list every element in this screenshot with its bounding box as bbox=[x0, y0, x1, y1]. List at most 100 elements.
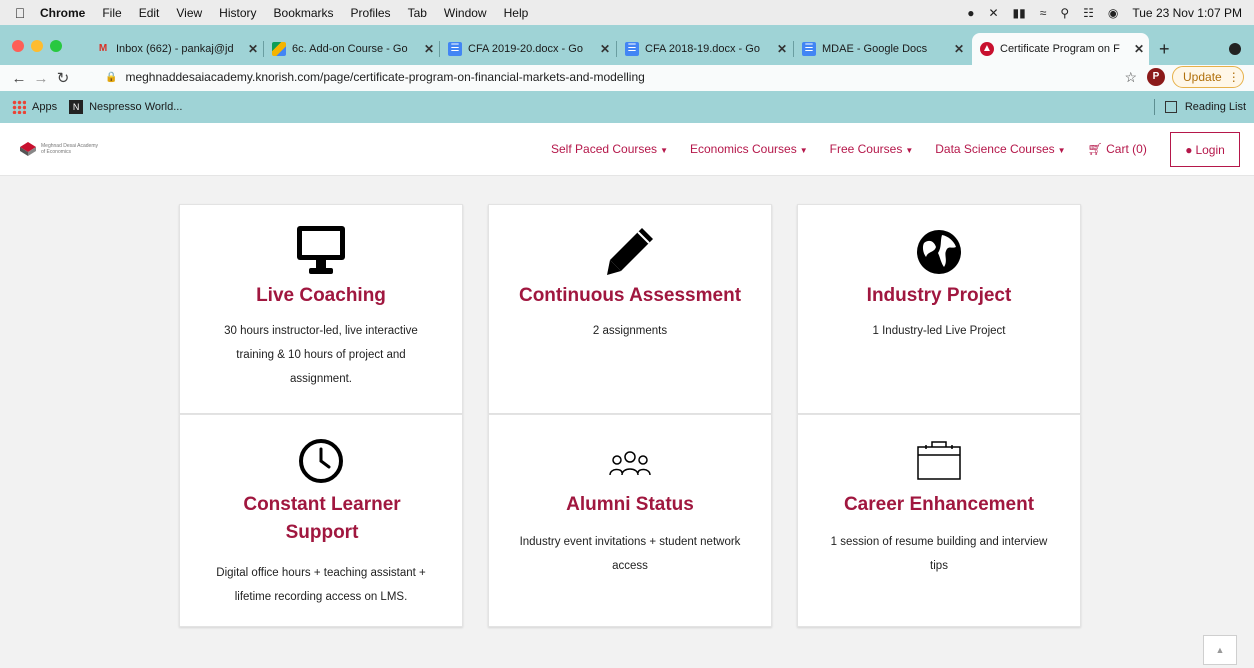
knorish-icon: ▲ bbox=[980, 42, 994, 56]
shield-icon[interactable]: ● bbox=[967, 6, 974, 20]
nav-label: Self Paced Courses bbox=[551, 142, 658, 156]
tab-gmail[interactable]: M Inbox (662) - pankaj@jd ✕ bbox=[88, 33, 264, 65]
feature-title: Constant Learner Support bbox=[243, 494, 401, 543]
close-icon[interactable]: ✕ bbox=[1134, 42, 1144, 56]
tab-certificate-program[interactable]: ▲ Certificate Program on F ✕ bbox=[972, 33, 1149, 65]
menu-edit[interactable]: Edit bbox=[139, 6, 160, 20]
menu-history[interactable]: History bbox=[219, 6, 256, 20]
nav-free-courses[interactable]: Free Courses ▼ bbox=[830, 142, 914, 156]
feature-card-constant-learner-support: Constant Learner Support Digital office … bbox=[179, 414, 463, 627]
site-header: Meghnad Desai Academy of Economics Self … bbox=[0, 123, 1254, 176]
tab-search-icon[interactable] bbox=[1229, 43, 1241, 55]
close-icon[interactable]: ✕ bbox=[600, 42, 610, 56]
reload-icon[interactable]: ↻ bbox=[52, 69, 74, 87]
bookmark-apps[interactable]: Apps bbox=[12, 100, 57, 114]
tab-mdae-docs[interactable]: ☰ MDAE - Google Docs ✕ bbox=[794, 33, 970, 65]
feature-title: Continuous Assessment bbox=[518, 285, 742, 306]
caret-down-icon: ▼ bbox=[660, 146, 668, 155]
feature-title: Live Coaching bbox=[256, 285, 386, 306]
minimize-window-button[interactable] bbox=[31, 40, 43, 52]
cart-icon: 🛒︎ bbox=[1087, 142, 1103, 156]
close-icon[interactable]: ✕ bbox=[954, 42, 964, 56]
drive-icon bbox=[272, 42, 286, 56]
new-tab-button[interactable]: + bbox=[1159, 39, 1170, 60]
menu-view[interactable]: View bbox=[176, 6, 202, 20]
close-icon[interactable]: ✕ bbox=[424, 42, 434, 56]
bookmark-star-icon[interactable]: ☆ bbox=[1124, 69, 1137, 86]
nav-label: Free Courses bbox=[829, 142, 903, 156]
menu-help[interactable]: Help bbox=[504, 6, 529, 20]
nav-cart[interactable]: 🛒︎ Cart (0) bbox=[1088, 142, 1147, 156]
control-center-icon[interactable]: ☷ bbox=[1083, 6, 1094, 20]
reading-list-label: Reading List bbox=[1184, 101, 1246, 113]
tab-label: CFA 2018-19.docx - Go bbox=[645, 43, 760, 55]
monitor-icon bbox=[180, 225, 462, 277]
siri-icon[interactable]: ◉ bbox=[1108, 6, 1118, 20]
feature-card-career-enhancement: Career Enhancement 1 session of resume b… bbox=[797, 414, 1081, 627]
apple-icon[interactable]:  bbox=[0, 5, 40, 21]
close-window-button[interactable] bbox=[12, 40, 24, 52]
menu-window[interactable]: Window bbox=[444, 6, 487, 20]
macos-menubar:  Chrome File Edit View History Bookmark… bbox=[0, 0, 1254, 25]
bookmark-label: Nespresso World... bbox=[89, 101, 183, 113]
feature-description: 1 Industry-led Live Project bbox=[872, 325, 1006, 337]
menu-tab[interactable]: Tab bbox=[408, 6, 427, 20]
tab-cfa-2018-19[interactable]: ☰ CFA 2018-19.docx - Go ✕ bbox=[617, 33, 794, 65]
tab-label: 6c. Add-on Course - Go bbox=[292, 43, 408, 55]
nav-self-paced-courses[interactable]: Self Paced Courses ▼ bbox=[551, 142, 668, 156]
tab-cfa-2019-20[interactable]: ☰ CFA 2019-20.docx - Go ✕ bbox=[440, 33, 617, 65]
user-icon: ● bbox=[1185, 142, 1193, 157]
feature-description: Industry event invitations + student net… bbox=[519, 536, 741, 572]
lock-icon[interactable]: 🔒 bbox=[105, 72, 117, 83]
feature-title: Career Enhancement bbox=[843, 494, 1035, 515]
reading-list-button[interactable]: Reading List bbox=[1153, 99, 1246, 115]
profile-avatar[interactable]: P bbox=[1147, 68, 1165, 86]
caret-up-icon: ▲ bbox=[1215, 645, 1225, 655]
url-text[interactable]: meghnaddesaiacademy.knorish.com/page/cer… bbox=[125, 70, 644, 84]
feature-description: 30 hours instructor-led, live interactiv… bbox=[224, 325, 418, 385]
docs-icon: ☰ bbox=[625, 42, 639, 56]
close-icon[interactable]: ✕ bbox=[248, 42, 258, 56]
briefcase-icon bbox=[798, 439, 1080, 481]
bookmark-nespresso[interactable]: N Nespresso World... bbox=[69, 100, 182, 114]
scroll-to-top-button[interactable]: ▲ bbox=[1203, 635, 1237, 665]
nav-label: Data Science Courses bbox=[935, 142, 1055, 156]
nav-data-science-courses[interactable]: Data Science Courses ▼ bbox=[935, 142, 1065, 156]
menu-app[interactable]: Chrome bbox=[40, 6, 85, 20]
bookmarks-bar: Apps N Nespresso World... Reading List bbox=[0, 91, 1254, 123]
menu-file[interactable]: File bbox=[102, 6, 121, 20]
site-logo[interactable]: Meghnad Desai Academy of Economics bbox=[19, 141, 101, 157]
nav-economics-courses[interactable]: Economics Courses ▼ bbox=[690, 142, 808, 156]
docs-icon: ☰ bbox=[802, 42, 816, 56]
forward-arrow-icon[interactable]: → bbox=[30, 70, 52, 87]
tab-addon-course[interactable]: 6c. Add-on Course - Go ✕ bbox=[264, 33, 440, 65]
more-vert-icon: ⋮ bbox=[1227, 70, 1240, 84]
menu-bookmarks[interactable]: Bookmarks bbox=[274, 6, 334, 20]
caret-down-icon: ▼ bbox=[799, 146, 808, 155]
bookmark-label: Apps bbox=[32, 101, 58, 113]
menu-profiles[interactable]: Profiles bbox=[351, 6, 391, 20]
feature-title: Industry Project bbox=[866, 285, 1012, 306]
battery-icon[interactable]: ▮▮ bbox=[1013, 6, 1026, 20]
zoom-window-button[interactable] bbox=[50, 40, 62, 52]
nespresso-icon: N bbox=[69, 100, 84, 114]
close-icon[interactable]: ✕ bbox=[777, 42, 787, 56]
spotlight-search-icon[interactable]: ⚲ bbox=[1060, 6, 1069, 20]
feature-description: 2 assignments bbox=[592, 325, 668, 337]
address-bar[interactable]: 🔒 meghnaddesaiacademy.knorish.com/page/c… bbox=[105, 66, 1137, 88]
menubar-clock[interactable]: Tue 23 Nov 1:07 PM bbox=[1132, 6, 1242, 20]
feature-card-industry-project: Industry Project 1 Industry-led Live Pro… bbox=[797, 204, 1081, 414]
clock-icon bbox=[180, 437, 462, 485]
back-arrow-icon[interactable]: ← bbox=[8, 70, 30, 87]
bluetooth-icon[interactable]: ✕ bbox=[988, 6, 998, 20]
feature-card-continuous-assessment: Continuous Assessment 2 assignments bbox=[488, 204, 772, 414]
feature-title: Alumni Status bbox=[566, 494, 694, 515]
wifi-icon[interactable]: ≈ bbox=[1040, 6, 1047, 20]
window-controls bbox=[12, 40, 62, 52]
login-button[interactable]: ● Login bbox=[1170, 132, 1240, 167]
update-button[interactable]: Update ⋮ bbox=[1172, 66, 1244, 88]
tab-label: CFA 2019-20.docx - Go bbox=[468, 43, 583, 55]
academy-logo-icon bbox=[20, 142, 36, 156]
gmail-icon: M bbox=[98, 43, 108, 54]
nav-label: Economics Courses bbox=[689, 142, 797, 156]
